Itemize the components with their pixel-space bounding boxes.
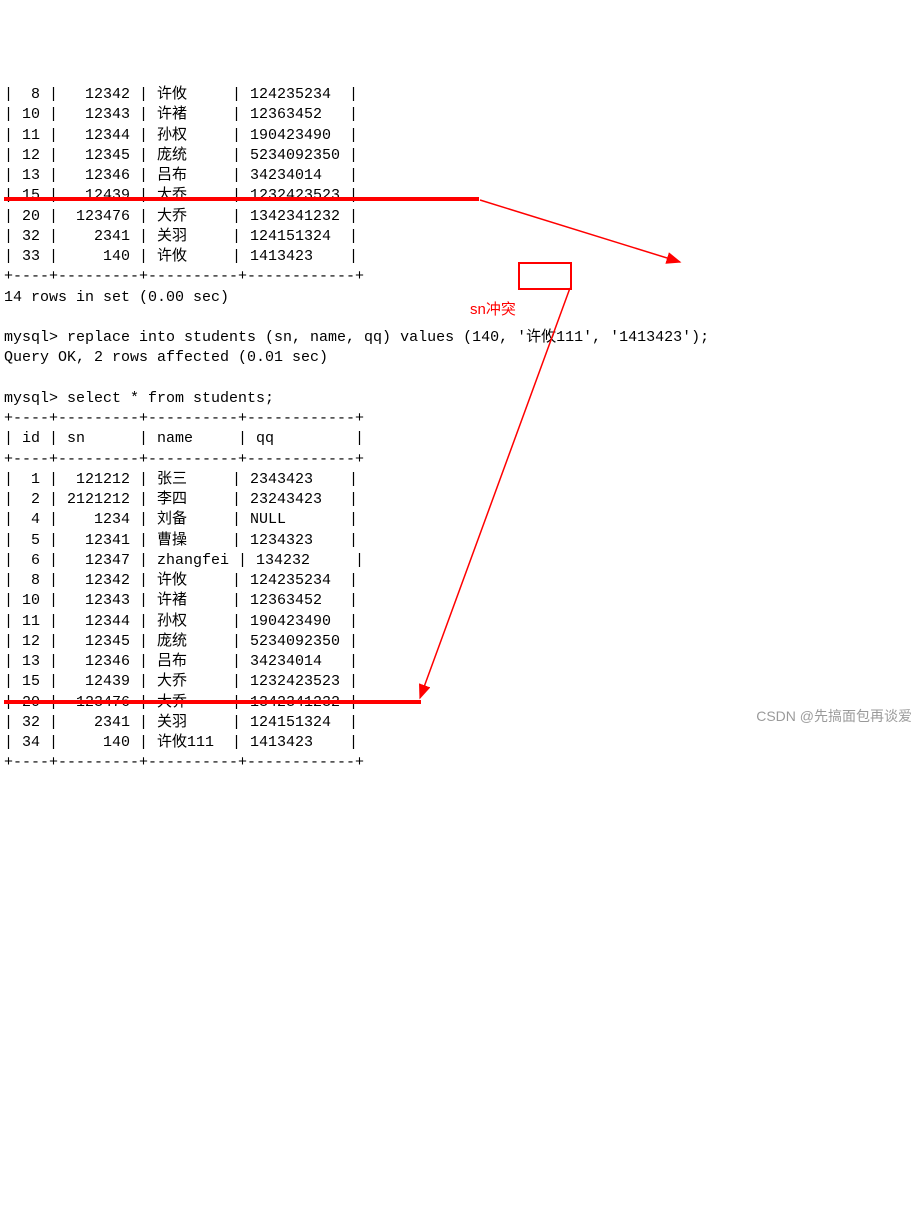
highlight-line-bottom <box>4 700 421 704</box>
annotation-conflict: sn冲突 <box>470 300 516 320</box>
watermark: CSDN @先搞面包再谈爱 <box>756 707 912 726</box>
terminal-output: | 8 | 12342 | 许攸 | 124235234 | | 10 | 12… <box>4 85 912 774</box>
highlight-line-top <box>4 197 479 201</box>
highlight-box-140 <box>518 262 572 290</box>
